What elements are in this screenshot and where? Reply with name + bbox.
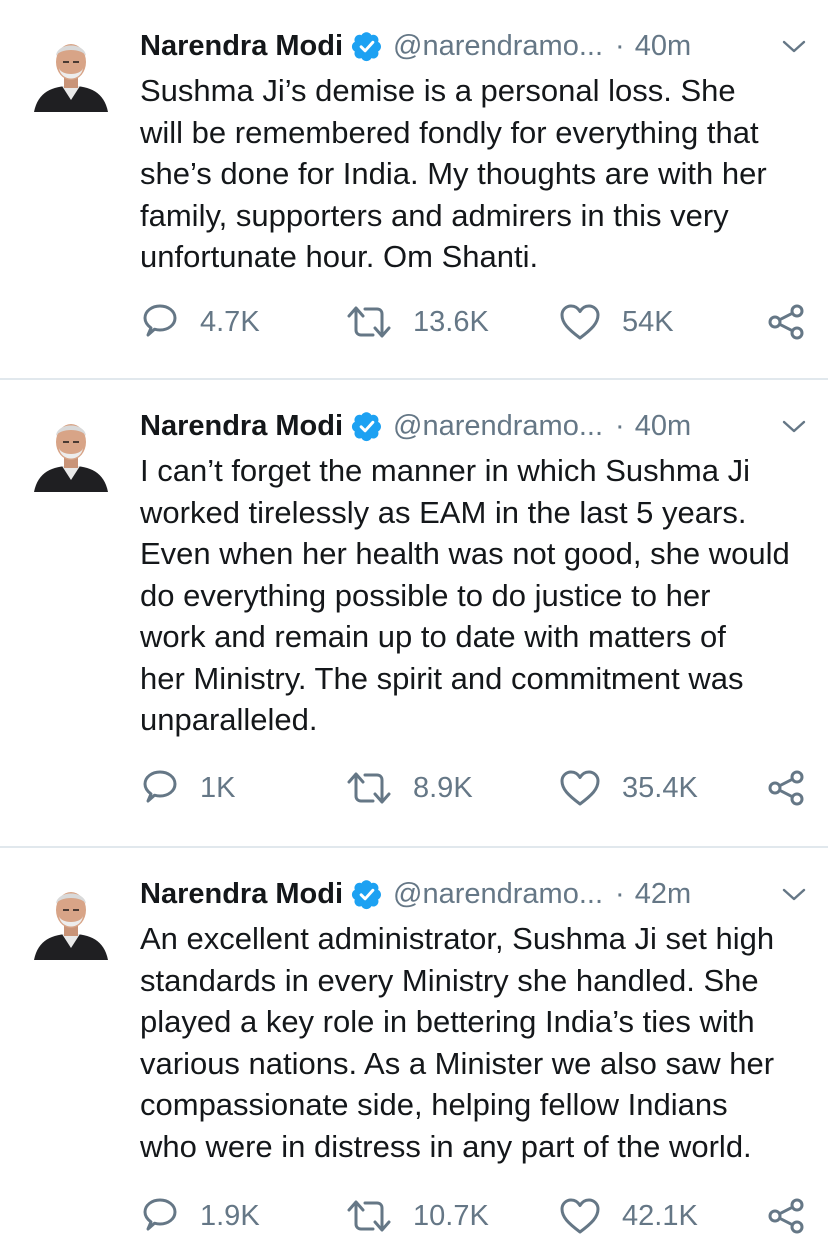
timestamp[interactable]: 40m	[635, 30, 691, 63]
verified-badge-icon	[351, 410, 383, 442]
reply-count: 1.9K	[200, 1199, 260, 1232]
like-button[interactable]: 35.4K	[558, 766, 698, 810]
separator-dot: ·	[615, 29, 625, 62]
tweet[interactable]: Narendra Modi @narendramo... · 40m Sushm…	[0, 0, 828, 378]
tweet-actions: 1.9K 10.7K 42.1K	[140, 1194, 806, 1238]
author-name[interactable]: Narendra Modi	[140, 410, 343, 443]
retweet-button[interactable]: 10.7K	[345, 1194, 489, 1238]
retweet-count: 13.6K	[413, 305, 489, 338]
like-count: 35.4K	[622, 771, 698, 804]
tweet-actions: 4.7K 13.6K 54K	[140, 300, 806, 344]
retweet-icon	[345, 302, 393, 342]
tweet-header: Narendra Modi @narendramo... · 40m	[140, 404, 808, 448]
heart-icon	[558, 302, 602, 342]
author-handle[interactable]: @narendramo...	[393, 878, 603, 911]
avatar[interactable]	[30, 30, 112, 112]
reply-button[interactable]: 4.7K	[140, 300, 260, 344]
retweet-button[interactable]: 8.9K	[345, 766, 473, 810]
share-button[interactable]	[766, 1194, 806, 1238]
retweet-button[interactable]: 13.6K	[345, 300, 489, 344]
tweet-feed: Narendra Modi @narendramo... · 40m Sushm…	[0, 0, 828, 1244]
retweet-count: 10.7K	[413, 1199, 489, 1232]
timestamp[interactable]: 42m	[635, 878, 691, 911]
share-icon	[766, 302, 806, 342]
tweet-header: Narendra Modi @narendramo... · 42m	[140, 872, 808, 916]
avatar[interactable]	[30, 410, 112, 492]
reply-icon	[140, 302, 180, 342]
verified-badge-icon	[351, 30, 383, 62]
tweet-text: An excellent administrator, Sushma Ji se…	[140, 921, 775, 1164]
separator-dot: ·	[615, 877, 625, 910]
reply-button[interactable]: 1.9K	[140, 1194, 260, 1238]
chevron-down-icon[interactable]	[780, 34, 808, 58]
share-button[interactable]	[766, 300, 806, 344]
reply-count: 1K	[200, 771, 236, 804]
heart-icon	[558, 1196, 602, 1236]
retweet-count: 8.9K	[413, 771, 473, 804]
share-button[interactable]	[766, 766, 806, 810]
author-name[interactable]: Narendra Modi	[140, 30, 343, 63]
like-button[interactable]: 54K	[558, 300, 674, 344]
tweet-text: I can’t forget the manner in which Sushm…	[140, 453, 790, 737]
author-handle[interactable]: @narendramo...	[393, 30, 603, 63]
heart-icon	[558, 768, 602, 808]
tweet-text: Sushma Ji’s demise is a personal loss. S…	[140, 73, 767, 274]
tweet[interactable]: Narendra Modi @narendramo... · 40m I can…	[0, 380, 828, 846]
separator-dot: ·	[615, 409, 625, 442]
retweet-icon	[345, 1196, 393, 1236]
reply-icon	[140, 1196, 180, 1236]
like-button[interactable]: 42.1K	[558, 1194, 698, 1238]
verified-badge-icon	[351, 878, 383, 910]
reply-button[interactable]: 1K	[140, 766, 235, 810]
share-icon	[766, 1196, 806, 1236]
author-name[interactable]: Narendra Modi	[140, 878, 343, 911]
retweet-icon	[345, 768, 393, 808]
reply-count: 4.7K	[200, 305, 260, 338]
avatar[interactable]	[30, 878, 112, 960]
timestamp[interactable]: 40m	[635, 410, 691, 443]
tweet-actions: 1K 8.9K 35.4K	[140, 766, 806, 810]
tweet-header: Narendra Modi @narendramo... · 40m	[140, 24, 808, 68]
chevron-down-icon[interactable]	[780, 414, 808, 438]
share-icon	[766, 768, 806, 808]
reply-icon	[140, 768, 180, 808]
author-handle[interactable]: @narendramo...	[393, 410, 603, 443]
chevron-down-icon[interactable]	[780, 882, 808, 906]
like-count: 54K	[622, 305, 674, 338]
like-count: 42.1K	[622, 1199, 698, 1232]
tweet[interactable]: Narendra Modi @narendramo... · 42m An ex…	[0, 848, 828, 1244]
